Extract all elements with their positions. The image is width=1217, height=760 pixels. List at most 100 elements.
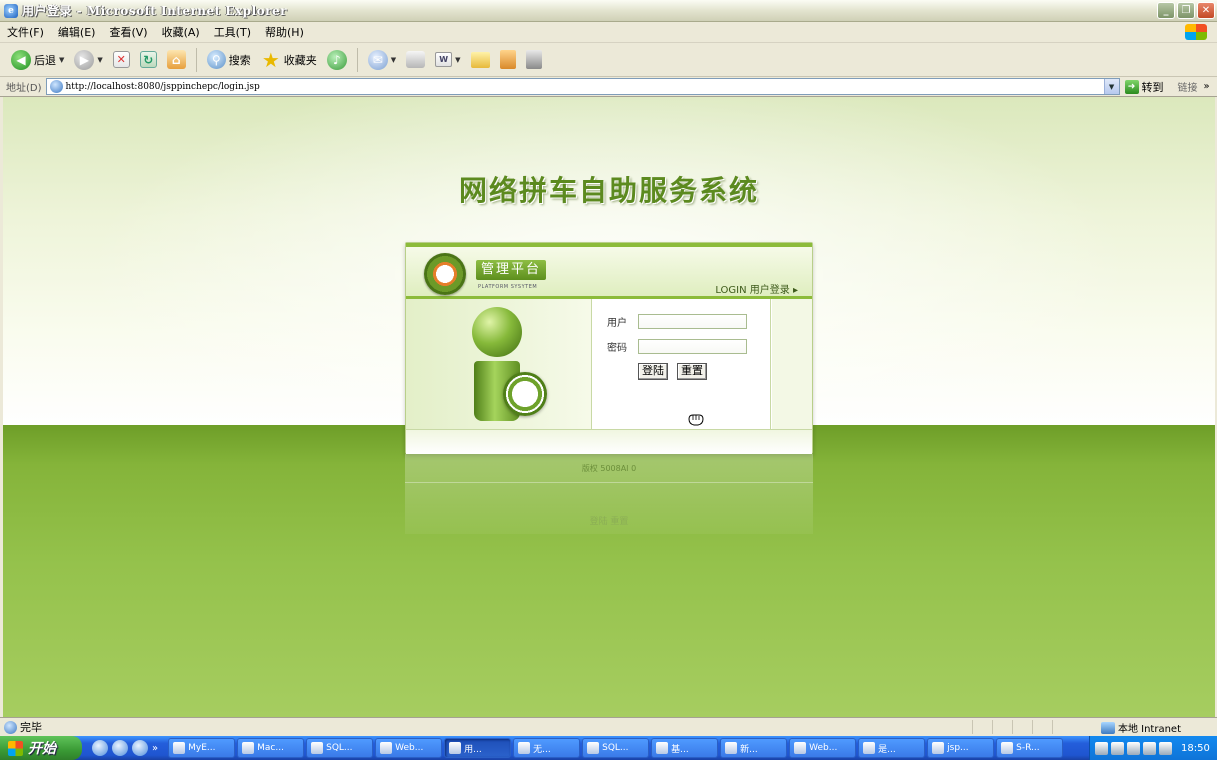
printer-icon (406, 51, 426, 68)
start-button[interactable]: 开始 (0, 736, 82, 760)
windows-logo-icon (1185, 24, 1207, 40)
menu-favorites[interactable]: 收藏(A) (155, 24, 207, 40)
task-button[interactable]: SQL... (582, 738, 650, 758)
chevron-down-icon[interactable]: ▼ (455, 56, 460, 64)
login-button[interactable]: 登陆 (638, 363, 668, 380)
task-label: 基... (671, 744, 689, 755)
media-button[interactable]: ♪ (324, 47, 350, 73)
forward-arrow-icon: ▶ (74, 49, 95, 70)
menu-edit[interactable]: 编辑(E) (51, 24, 103, 40)
task-label: Mac... (257, 743, 284, 753)
task-button[interactable]: 是... (858, 738, 926, 758)
messenger-button[interactable] (523, 47, 545, 73)
chevron-down-icon[interactable]: ▼ (59, 56, 64, 64)
volume-icon[interactable] (1143, 741, 1156, 755)
reset-button[interactable]: 重置 (677, 363, 707, 380)
task-button[interactable]: jsp... (927, 738, 995, 758)
login-link[interactable]: LOGIN 用户登录 ▸ (715, 281, 798, 296)
app-icon (587, 742, 600, 754)
address-label: 地址(D) (6, 83, 42, 94)
back-button[interactable]: ◀ 后退 ▼ (8, 47, 67, 73)
favorites-label: 收藏夹 (283, 53, 317, 67)
start-label: 开始 (28, 741, 56, 757)
user-head-icon (472, 307, 522, 357)
chevron-right-icon[interactable]: » (152, 743, 158, 754)
media-icon: ♪ (326, 49, 347, 70)
stop-button[interactable]: ✕ (110, 47, 133, 73)
task-button[interactable]: Mac... (237, 738, 305, 758)
search-label: 搜索 (228, 53, 251, 67)
restore-button[interactable]: ❐ (1177, 2, 1195, 19)
home-button[interactable]: ⌂ (164, 47, 189, 73)
clock-icon (503, 372, 547, 416)
app-icon (311, 742, 324, 754)
login-reflection: 版权 5008AI 0 登陆 重置 (405, 454, 813, 534)
menu-file[interactable]: 文件(F) (0, 24, 51, 40)
login-form: 用户 密码 登陆 重置 (593, 299, 771, 429)
keyboard-icon[interactable] (1095, 741, 1108, 755)
close-button[interactable]: ✕ (1197, 2, 1215, 19)
mail-button[interactable]: ✉ ▼ (365, 47, 399, 73)
task-label: 是... (878, 744, 896, 755)
chevron-down-icon[interactable]: ▼ (97, 56, 102, 64)
minimize-button[interactable]: _ (1157, 2, 1175, 19)
chevron-down-icon[interactable]: ▼ (1103, 79, 1119, 94)
folder-icon (470, 51, 490, 68)
favorites-button[interactable]: ★ 收藏夹 (258, 47, 320, 73)
task-button[interactable]: Web... (789, 738, 857, 758)
refresh-button[interactable]: ↻ (137, 47, 160, 73)
address-url[interactable]: http://localhost:8080/jsppinchepc/login.… (66, 82, 260, 92)
links-button[interactable]: 链接 (1178, 79, 1198, 94)
go-button[interactable]: ➜ 转到 (1124, 79, 1164, 95)
print-button[interactable] (403, 47, 428, 73)
toolbar: ◀ 后退 ▼ ▶ ▼ ✕ ↻ ⌂ ⚲ 搜索 ★ 收藏夹 ♪ ✉ ▼ W ▼ (0, 43, 1217, 77)
copyright-text: 版权 5008AI 0 (581, 464, 637, 473)
chevron-right-icon[interactable]: » (1204, 81, 1210, 92)
chevron-down-icon[interactable]: ▼ (391, 56, 396, 64)
ie-icon (449, 742, 462, 754)
system-title: 网络拼车自助服务系统 (458, 174, 759, 207)
folder-button[interactable] (468, 47, 493, 73)
desktop-quicklaunch-icon[interactable] (112, 740, 128, 756)
task-button[interactable]: 基... (651, 738, 719, 758)
task-button-active[interactable]: 用... (444, 738, 512, 758)
task-button[interactable]: 新... (720, 738, 788, 758)
ie-quicklaunch-icon[interactable] (92, 740, 108, 756)
window-title: 用户登录 - Microsoft Internet Explorer (22, 4, 287, 18)
username-input[interactable] (638, 314, 747, 329)
research-button[interactable] (497, 47, 519, 73)
task-button[interactable]: S-R... (996, 738, 1064, 758)
task-label: Web... (395, 743, 424, 753)
ie-icon: e (4, 3, 18, 18)
terminal-icon (1001, 742, 1014, 754)
menu-tools[interactable]: 工具(T) (207, 24, 258, 40)
home-icon: ⌂ (166, 50, 186, 69)
book-icon (499, 50, 516, 69)
menu-help[interactable]: 帮助(H) (258, 24, 311, 40)
password-input[interactable] (638, 339, 747, 354)
task-button[interactable]: Web... (375, 738, 443, 758)
task-button[interactable]: SQL... (306, 738, 374, 758)
edit-button[interactable]: W ▼ (432, 47, 463, 73)
intranet-icon (1100, 721, 1115, 734)
menu-view[interactable]: 查看(V) (102, 24, 154, 40)
display-icon[interactable] (1159, 741, 1172, 755)
task-label: jsp... (947, 743, 969, 753)
task-button[interactable]: 无... (513, 738, 581, 758)
network-icon[interactable] (1127, 741, 1140, 755)
task-label: SQL... (602, 743, 629, 753)
ie-icon (725, 742, 738, 754)
chevron-left-icon[interactable] (1111, 741, 1124, 755)
forward-button[interactable]: ▶ ▼ (71, 47, 105, 73)
address-input[interactable]: http://localhost:8080/jsppinchepc/login.… (45, 78, 1120, 95)
task-label: 无... (533, 744, 551, 755)
tray-clock[interactable]: 18:50 (1181, 743, 1210, 754)
reflection-text: 登陆 重置 (589, 517, 629, 527)
page-viewport: 网络拼车自助服务系统 管理平台 PLATFORM SYSYTEM LOGIN 用… (3, 97, 1215, 717)
security-zone[interactable]: 本地 Intranet (1100, 720, 1181, 735)
help-quicklaunch-icon[interactable] (132, 740, 148, 756)
window-title-bar[interactable]: e 用户登录 - Microsoft Internet Explorer _ ❐… (0, 0, 1217, 22)
task-button[interactable]: MyE... (168, 738, 236, 758)
search-button[interactable]: ⚲ 搜索 (204, 47, 254, 73)
task-label: SQL... (326, 743, 353, 753)
